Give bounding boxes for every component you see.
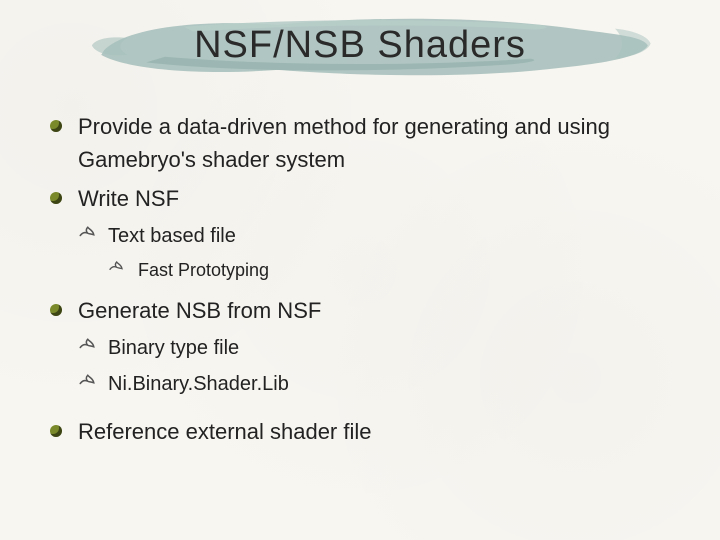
bullet-lvl1: Write NSF <box>50 182 670 215</box>
bullet-text: Binary type file <box>108 337 239 359</box>
bullet-text: Write NSF <box>78 186 179 211</box>
bullet-text: Ni.Binary.Shader.Lib <box>108 373 289 395</box>
bullet-lvl2: Text based file <box>78 221 670 251</box>
bullet-text: Provide a data-driven method for generat… <box>78 114 610 172</box>
slide-title: NSF/NSB Shaders <box>50 0 670 67</box>
title-area: NSF/NSB Shaders <box>50 0 670 110</box>
bullet-text: Fast Prototyping <box>138 260 269 280</box>
bullet-lvl2: Ni.Binary.Shader.Lib <box>78 369 670 399</box>
bullet-lvl2: Binary type file <box>78 333 670 363</box>
bullet-lvl1: Provide a data-driven method for generat… <box>50 110 670 176</box>
bullet-text: Generate NSB from NSF <box>78 298 321 323</box>
bullet-lvl1: Reference external shader file <box>50 415 670 448</box>
slide-body: Provide a data-driven method for generat… <box>50 110 670 448</box>
slide: NSF/NSB Shaders Provide a data-driven me… <box>0 0 720 540</box>
bullet-text: Text based file <box>108 225 236 247</box>
bullet-lvl1: Generate NSB from NSF <box>50 294 670 327</box>
bullet-lvl3: Fast Prototyping <box>108 257 670 284</box>
bullet-text: Reference external shader file <box>78 419 372 444</box>
